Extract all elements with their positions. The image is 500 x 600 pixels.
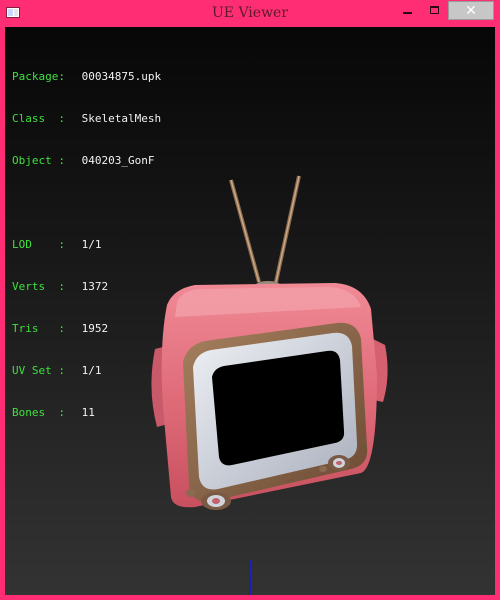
close-icon: ✕ bbox=[465, 2, 477, 19]
minimize-button[interactable] bbox=[394, 0, 421, 20]
maximize-icon bbox=[430, 6, 439, 14]
tv-mesh-render bbox=[151, 175, 388, 510]
minimize-icon bbox=[403, 12, 412, 14]
close-button[interactable]: ✕ bbox=[448, 1, 494, 20]
maximize-button[interactable] bbox=[421, 0, 448, 20]
origin-axis-line bbox=[249, 560, 251, 595]
antenna bbox=[229, 175, 301, 289]
3d-viewport[interactable]: Package: 00034875.upk Class : SkeletalMe… bbox=[5, 27, 495, 595]
title-bar[interactable]: UE Viewer ✕ bbox=[0, 0, 500, 27]
app-window: UE Viewer ✕ Package: 00034875.upk Class … bbox=[0, 0, 500, 600]
